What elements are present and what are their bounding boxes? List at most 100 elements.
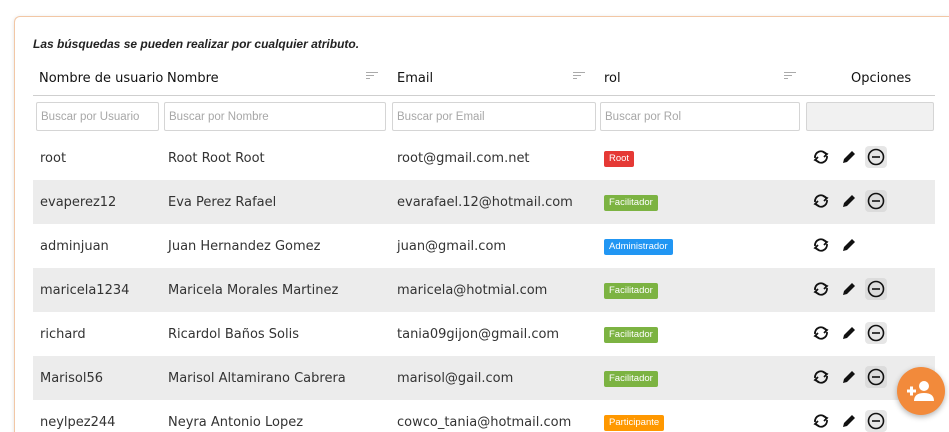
cell-nombre: Neyra Antonio Lopez: [168, 415, 304, 430]
cell-usuario: richard: [40, 327, 86, 342]
minus-circle-icon: [867, 324, 885, 342]
cell-nombre: Eva Perez Rafael: [168, 195, 277, 210]
role-badge: Facilitador: [604, 371, 658, 387]
cell-usuario: Marisol56: [40, 371, 104, 386]
add-user-icon: [907, 381, 934, 401]
row-actions: [810, 234, 900, 258]
table-row: evaperez12 Eva Perez Rafael evarafael.12@h…: [33, 180, 935, 224]
role-badge: Administrador: [604, 239, 673, 255]
reset-password-button[interactable]: [810, 366, 832, 388]
cell-nombre: Juan Hernandez Gomez: [168, 239, 321, 254]
delete-button[interactable]: [865, 278, 887, 300]
refresh-icon: [813, 238, 829, 252]
reset-password-button[interactable]: [810, 278, 832, 300]
cell-usuario: evaperez12: [40, 195, 117, 210]
minus-circle-icon: [867, 280, 885, 298]
edit-button[interactable]: [838, 190, 860, 212]
search-usuario-input[interactable]: [36, 102, 159, 131]
edit-button[interactable]: [838, 366, 860, 388]
minus-circle-icon: [867, 368, 885, 386]
role-badge: Facilitador: [604, 327, 658, 343]
cell-nombre: Maricela Morales Martinez: [168, 283, 339, 298]
users-card: Las búsquedas se pueden realizar por cua…: [14, 16, 949, 432]
refresh-icon: [813, 326, 829, 340]
edit-button[interactable]: [838, 146, 860, 168]
reset-password-button[interactable]: [810, 234, 832, 256]
row-actions: [810, 322, 900, 346]
delete-button[interactable]: [865, 410, 887, 432]
minus-circle-icon: [867, 148, 885, 166]
cell-usuario: maricela1234: [40, 283, 130, 298]
cell-usuario: adminjuan: [40, 239, 109, 254]
edit-button[interactable]: [838, 234, 860, 256]
column-header-nombre[interactable]: Nombre: [167, 71, 219, 93]
cell-nombre: Marisol Altamirano Cabrera: [168, 371, 346, 386]
reset-password-button[interactable]: [810, 190, 832, 212]
cell-usuario: root: [40, 151, 67, 166]
row-actions: [810, 278, 900, 302]
edit-button[interactable]: [838, 278, 860, 300]
pencil-icon: [843, 239, 855, 251]
search-hint: Las búsquedas se pueden realizar por cua…: [33, 37, 360, 51]
table-body: root Root Root Root root@gmail.com.net Root…: [33, 136, 935, 432]
cell-nombre: Root Root Root: [168, 151, 265, 166]
table-row: adminjuan Juan Hernandez Gomez juan@gmail.…: [33, 224, 935, 268]
cell-email: juan@gmail.com: [397, 239, 507, 254]
role-badge: Participante: [604, 415, 665, 431]
table-row: root Root Root Root root@gmail.com.net Root: [33, 136, 935, 180]
search-rol-input[interactable]: [600, 102, 800, 131]
column-header-usuario[interactable]: Nombre de usuario: [39, 71, 163, 93]
sort-icon[interactable]: [573, 72, 585, 82]
delete-button[interactable]: [865, 190, 887, 212]
refresh-icon: [813, 414, 829, 428]
cell-nombre: Ricardol Baños Solis: [168, 327, 300, 342]
pencil-icon: [843, 195, 855, 207]
add-user-button[interactable]: [897, 367, 945, 415]
cell-email: evarafael.12@hotmail.com: [397, 195, 573, 210]
table-row: maricela1234 Maricela Morales Martinez mar…: [33, 268, 935, 312]
search-nombre-input[interactable]: [164, 102, 386, 131]
refresh-icon: [813, 282, 829, 296]
filter-blank: [806, 102, 934, 131]
table-row: Marisol56 Marisol Altamirano Cabrera maris…: [33, 356, 935, 400]
minus-circle-icon: [867, 412, 885, 430]
pencil-icon: [843, 415, 855, 427]
row-actions: [810, 146, 900, 170]
filter-row: [33, 102, 935, 132]
row-actions: [810, 190, 900, 214]
pencil-icon: [843, 371, 855, 383]
reset-password-button[interactable]: [810, 410, 832, 432]
edit-button[interactable]: [838, 410, 860, 432]
column-header-opciones: Opciones: [851, 71, 912, 86]
cell-email: root@gmail.com.net: [397, 151, 530, 166]
role-badge: Root: [604, 151, 635, 167]
role-badge: Facilitador: [604, 283, 658, 299]
row-actions: [810, 410, 900, 432]
table-row: richard Ricardol Baños Solis tania09gijon@…: [33, 312, 935, 356]
sort-icon[interactable]: [784, 72, 796, 82]
column-header-rol[interactable]: rol: [604, 71, 621, 93]
cell-email: maricela@hotmial.com: [397, 283, 548, 298]
cell-email: tania09gijon@gmail.com: [397, 327, 560, 342]
cell-usuario: neylpez244: [40, 415, 116, 430]
delete-button[interactable]: [865, 146, 887, 168]
column-header-email[interactable]: Email: [397, 71, 433, 93]
row-actions: [810, 366, 900, 390]
pencil-icon: [843, 283, 855, 295]
role-badge: Facilitador: [604, 195, 658, 211]
delete-button[interactable]: [865, 366, 887, 388]
reset-password-button[interactable]: [810, 146, 832, 168]
refresh-icon: [813, 370, 829, 384]
cell-email: marisol@gail.com: [397, 371, 514, 386]
table-row: neylpez244 Neyra Antonio Lopez cowco_tania…: [33, 400, 935, 432]
refresh-icon: [813, 150, 829, 164]
search-email-input[interactable]: [392, 102, 596, 131]
pencil-icon: [843, 327, 855, 339]
sort-icon[interactable]: [366, 72, 378, 82]
reset-password-button[interactable]: [810, 322, 832, 344]
cell-email: cowco_tania@hotmail.com: [397, 415, 572, 430]
table-header: Nombre de usuario Nombre Email rol Opcio…: [33, 68, 935, 96]
edit-button[interactable]: [838, 322, 860, 344]
pencil-icon: [843, 151, 855, 163]
delete-button[interactable]: [865, 322, 887, 344]
